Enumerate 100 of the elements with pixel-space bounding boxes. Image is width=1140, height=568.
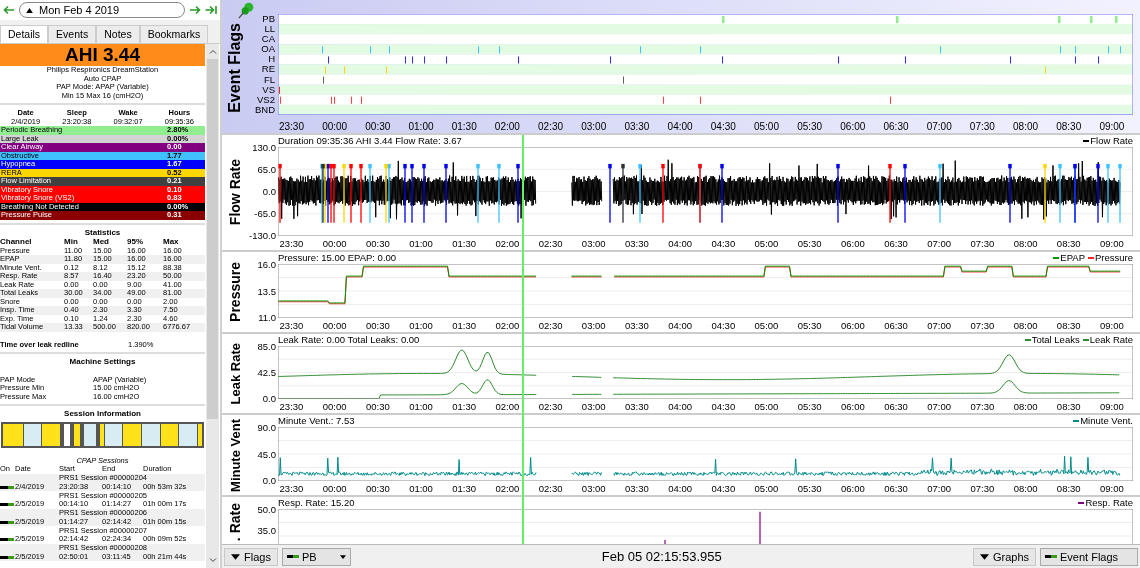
graph-title: Flow Rate <box>227 159 243 226</box>
axis-tick-label: 85.0 <box>256 341 276 352</box>
axis-tick-label: 02:30 <box>538 401 563 412</box>
legend-label: Pressure <box>1095 252 1133 264</box>
forward-arrow-icon[interactable] <box>189 5 201 15</box>
graph-dropdown[interactable]: Event Flags <box>1040 547 1138 566</box>
legend-label: EPAP <box>1060 252 1085 264</box>
graph-info: Duration 09:35:36 AHI 3.44 Flow Rate: 3.67 <box>278 135 462 147</box>
up-triangle-icon[interactable] <box>26 7 33 13</box>
axis-tick-label: 23:30 <box>279 401 304 412</box>
axis-tick-label: 05:30 <box>797 401 822 412</box>
axis-tick-label: 04:00 <box>668 238 692 249</box>
axis-tick-label: 01:00 <box>409 320 433 331</box>
axis-tick-label: 23:30 <box>278 120 304 132</box>
legend-label: Total Leaks <box>1031 334 1080 346</box>
event-mark <box>1120 46 1122 54</box>
axis-tick-label: 01:30 <box>452 401 477 412</box>
event-mark <box>446 56 448 64</box>
event-mark <box>890 96 892 104</box>
axis-tick-label: 45.0 <box>256 448 276 460</box>
flag-label: RE <box>260 64 275 75</box>
axis-tick-label: 02:30 <box>538 320 563 331</box>
axis-tick-label: 06:00 <box>840 401 865 412</box>
axis-tick-label: 05:00 <box>754 320 779 331</box>
column-header: Max <box>163 238 180 247</box>
axis-tick-label: 08:30 <box>1056 401 1081 412</box>
pin-icon[interactable] <box>238 1 256 19</box>
caret-icon[interactable] <box>339 554 346 559</box>
axis-tick-label: 03:00 <box>581 401 606 412</box>
caret-icon[interactable] <box>231 553 240 560</box>
column-header: Min <box>64 238 79 247</box>
axis-tick-label: 04:30 <box>710 120 736 132</box>
jump-to-end-icon[interactable] <box>205 5 217 15</box>
tab[interactable]: Bookmarks <box>139 25 209 43</box>
event-mark <box>424 56 426 64</box>
event-mark <box>389 46 391 54</box>
axis-tick-label: 08:00 <box>1013 483 1038 494</box>
flag-label: OA <box>260 44 275 55</box>
event-mark <box>663 96 665 104</box>
axis-tick-label: 05:00 <box>754 483 779 494</box>
axis-tick-label: 08:00 <box>1013 320 1038 331</box>
back-arrow-icon[interactable] <box>3 5 15 15</box>
flag-label: PB <box>261 14 275 25</box>
axis-tick-label: 01:30 <box>451 120 477 132</box>
axis-tick-label: 05:30 <box>797 238 822 249</box>
flags-button[interactable]: Flags <box>224 547 278 566</box>
session-toggle[interactable] <box>0 503 14 506</box>
session-toggle[interactable] <box>0 538 14 541</box>
tab[interactable]: Events <box>48 25 97 43</box>
axis-tick-label: 01:00 <box>409 238 433 249</box>
axis-tick-label: 11.0 <box>257 312 276 323</box>
axis-tick-label: 00:30 <box>365 320 390 331</box>
axis-tick-label: 02:00 <box>494 120 520 132</box>
tab[interactable]: Details <box>0 25 49 43</box>
caret-icon[interactable] <box>979 553 989 560</box>
session-toggle[interactable] <box>0 520 14 524</box>
event-mark <box>700 96 702 104</box>
axis-tick-label: 06:30 <box>884 238 908 249</box>
axis-tick-label: 65.0 <box>256 164 276 175</box>
axis-tick-label: 0.0 <box>261 186 276 197</box>
event-mark <box>1058 16 1061 24</box>
axis-tick-label: 08:00 <box>1013 120 1039 132</box>
axis-tick-label: 03:30 <box>625 238 649 249</box>
axis-tick-label: 04:00 <box>668 483 692 494</box>
axis-tick-label: 03:00 <box>581 120 607 132</box>
axis-tick-label: 01:00 <box>409 483 433 494</box>
column-header: Med <box>93 238 110 247</box>
axis-tick-label: 05:00 <box>754 238 779 249</box>
axis-tick-label: 03:30 <box>625 483 649 494</box>
axis-tick-label: 08:30 <box>1056 320 1081 331</box>
axis-tick-label: 07:00 <box>927 238 952 249</box>
flag-dropdown[interactable]: PB <box>281 547 351 566</box>
axis-tick-label: 02:30 <box>538 238 563 249</box>
session-toggle[interactable] <box>0 485 14 489</box>
axis-tick-label: 06:00 <box>840 320 865 331</box>
axis-tick-label: 23:30 <box>279 238 304 249</box>
date-picker[interactable]: Mon Feb 4 2019 <box>19 2 185 18</box>
axis-tick-label: 09:00 <box>1100 320 1124 331</box>
axis-tick-label: 07:30 <box>970 320 995 331</box>
legend-label: Flow Rate <box>1090 135 1133 147</box>
event-mark <box>1045 66 1047 74</box>
tab[interactable]: Notes <box>96 25 140 43</box>
graph-title: Leak Rate <box>227 342 243 405</box>
axis-tick-label: 04:00 <box>668 320 692 331</box>
axis-tick-label: 00:30 <box>365 238 390 249</box>
axis-tick-label: 23:30 <box>279 483 304 494</box>
axis-tick-label: -130.0 <box>248 230 276 241</box>
axis-tick-label: 02:00 <box>495 238 520 249</box>
axis-tick-label: 03:30 <box>624 120 650 132</box>
session-toggle[interactable] <box>0 555 14 559</box>
timestamp: Feb 05 02:15:53.955 <box>600 549 723 564</box>
axis-tick-label: 03:00 <box>581 238 606 249</box>
axis-tick-label: 06:30 <box>884 401 908 412</box>
event-mark <box>518 56 520 64</box>
axis-tick-label: 02:00 <box>495 320 520 331</box>
axis-tick-label: 07:00 <box>926 120 952 132</box>
graphs-button[interactable]: Graphs <box>972 547 1036 566</box>
axis-tick-label: 09:00 <box>1099 120 1125 132</box>
axis-tick-label: 00:00 <box>322 238 347 249</box>
axis-tick-label: 08:00 <box>1013 401 1038 412</box>
